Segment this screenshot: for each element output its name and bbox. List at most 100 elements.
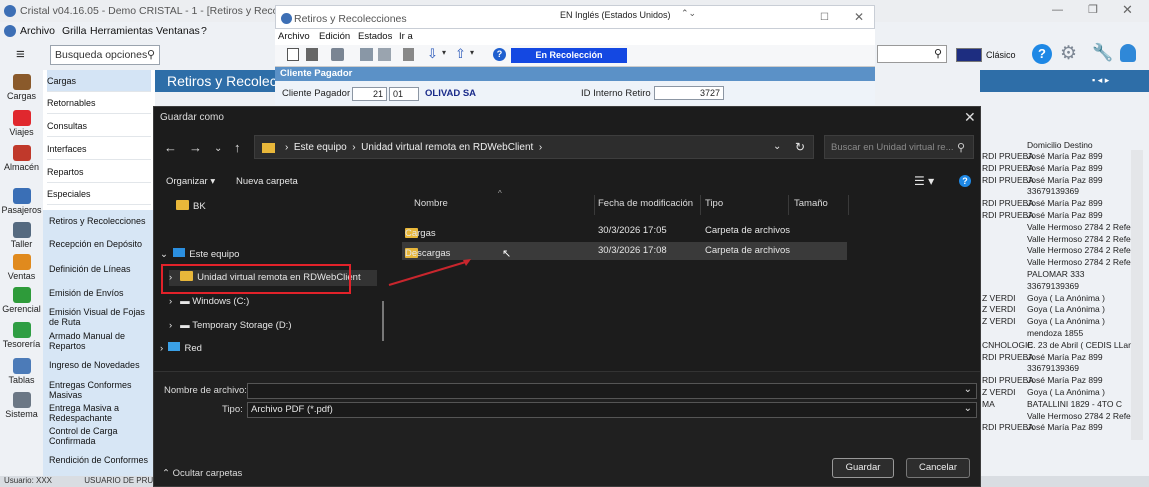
maximize-icon[interactable]: ☐ xyxy=(820,12,829,23)
list-cell-address[interactable]: 33679139369 xyxy=(1027,363,1079,375)
list-cell-address[interactable]: José María Paz 899 xyxy=(1027,175,1103,187)
breadcrumb-unidad-virtual[interactable]: Unidad virtual remota en RDWebClient xyxy=(361,142,533,153)
id-field[interactable]: 3727 xyxy=(654,86,724,100)
back-arrow-icon[interactable]: ← xyxy=(164,140,177,155)
chevron-down-icon[interactable]: ▾ xyxy=(470,48,474,57)
module-tesorera[interactable]: Tesorería xyxy=(0,322,43,349)
module-tablas[interactable]: Tablas xyxy=(0,358,43,385)
close-icon[interactable]: ✕ xyxy=(1122,2,1133,18)
submenu-item[interactable]: Entregas Conformes Masivas xyxy=(49,380,151,400)
list-cell-address[interactable]: Valle Hermoso 2784 2 Refere xyxy=(1027,257,1138,269)
submenu-item[interactable]: Recepción en Depósito xyxy=(49,239,151,249)
column-header-tamano[interactable]: Tamaño xyxy=(794,198,828,209)
left-menu-item-retornables[interactable]: Retornables xyxy=(47,92,151,114)
search-icon[interactable]: ⚲ xyxy=(934,47,942,60)
list-cell-address[interactable]: mendoza 1855 xyxy=(1027,328,1083,340)
list-cell-address[interactable]: José María Paz 899 xyxy=(1027,163,1103,175)
close-icon[interactable]: ✕ xyxy=(964,109,976,126)
cliente-code-field[interactable]: 21 xyxy=(352,87,387,101)
list-cell-address[interactable]: PALOMAR 333 xyxy=(1027,269,1084,281)
dialog-search-input[interactable]: Buscar en Unidad virtual re... ⚲ xyxy=(824,135,974,159)
file-type-select[interactable]: Archivo PDF (*.pdf) ⌄ xyxy=(247,402,977,418)
module-sistema[interactable]: Sistema xyxy=(0,392,43,419)
column-header-nombre[interactable]: Nombre xyxy=(414,198,448,209)
wrench-icon[interactable]: 🔧 xyxy=(1092,43,1113,63)
left-menu-item-consultas[interactable]: Consultas xyxy=(47,115,151,137)
gear-icon[interactable]: ⚙ xyxy=(1060,42,1077,65)
up-arrow-icon[interactable]: ⇧ xyxy=(455,46,466,62)
save-button[interactable]: Guardar xyxy=(832,458,894,478)
close-icon[interactable]: ✕ xyxy=(854,10,864,24)
list-cell-address[interactable]: José María Paz 899 xyxy=(1027,375,1103,387)
new-doc-icon[interactable] xyxy=(287,48,299,61)
restore-icon[interactable]: ❐ xyxy=(1088,3,1098,16)
refresh-icon[interactable]: ↻ xyxy=(795,140,805,154)
save-icon[interactable] xyxy=(306,48,318,61)
address-bar[interactable]: › Este equipo › Unidad virtual remota en… xyxy=(254,135,814,159)
module-cargas[interactable]: Cargas xyxy=(0,74,43,101)
right-search-input[interactable]: ⚲ xyxy=(877,45,947,63)
down-arrow-icon[interactable]: ⇩ xyxy=(427,46,438,62)
scrollbar[interactable] xyxy=(382,301,384,341)
nav-item-bk[interactable]: BK xyxy=(176,199,206,215)
new-folder-button[interactable]: Nueva carpeta xyxy=(236,176,298,187)
list-cell-address[interactable]: BATALLINI 1829 - 4TO C xyxy=(1027,399,1122,411)
menu-archivo[interactable]: Archivo xyxy=(278,31,310,42)
nav-item-este-equipo[interactable]: ⌄ Este equipo xyxy=(160,247,239,263)
list-cell-address[interactable]: Goya ( La Anónima ) xyxy=(1027,293,1105,305)
list-cell-address[interactable]: Goya ( La Anónima ) xyxy=(1027,316,1105,328)
left-menu-item-repartos[interactable]: Repartos xyxy=(47,161,151,183)
list-cell-address[interactable]: Goya ( La Anónima ) xyxy=(1027,304,1105,316)
file-row[interactable]: Cargas 30/3/2026 17:05 Carpeta de archiv… xyxy=(402,222,847,240)
list-cell-address[interactable]: José María Paz 899 xyxy=(1027,352,1103,364)
delete-icon[interactable] xyxy=(403,48,414,61)
submenu-item[interactable]: Armado Manual de Repartos xyxy=(49,331,151,351)
menu-ir-a[interactable]: Ir a xyxy=(399,31,413,42)
filename-input[interactable]: ⌄ xyxy=(247,383,977,399)
list-cell-address[interactable]: 33679139369 xyxy=(1027,186,1079,198)
module-ventas[interactable]: Ventas xyxy=(0,254,43,281)
list-cell-address[interactable]: Valle Hermoso 2784 2 Refere xyxy=(1027,411,1138,423)
list-cell-address[interactable]: Valle Hermoso 2784 2 Refere xyxy=(1027,222,1138,234)
scrollbar[interactable] xyxy=(1131,150,1143,440)
organizar-button[interactable]: Organizar ▾ xyxy=(166,176,215,187)
menu-estados[interactable]: Estados xyxy=(358,31,392,42)
nav-arrows-icon[interactable]: ▪ ◂ ▸ xyxy=(1092,75,1109,86)
undo-icon[interactable] xyxy=(378,48,391,61)
chevron-down-icon[interactable]: ▾ xyxy=(442,48,446,57)
module-pasajeros[interactable]: Pasajeros xyxy=(0,188,43,215)
up-arrow-icon[interactable]: ↑ xyxy=(234,140,241,155)
nav-item-red[interactable]: › Red xyxy=(160,341,202,357)
help-icon[interactable]: ? xyxy=(493,48,506,61)
left-menu-item-cargas[interactable]: Cargas xyxy=(47,70,151,92)
chevron-down-icon[interactable]: ⌄ xyxy=(773,141,781,152)
list-cell-address[interactable]: José María Paz 899 xyxy=(1027,198,1103,210)
cancel-button[interactable]: Cancelar xyxy=(906,458,970,478)
chevron-down-icon[interactable]: ⌄ xyxy=(214,143,222,154)
list-cell-address[interactable]: Valle Hermoso 2784 2 Refere xyxy=(1027,234,1138,246)
submenu-item[interactable]: Control de Carga Confirmada xyxy=(49,426,151,446)
module-almacn[interactable]: Almacén xyxy=(0,145,43,172)
nav-item-temp-d[interactable]: › ▬ Temporary Storage (D:) xyxy=(169,318,292,334)
menu-herramientas[interactable]: Herramientas xyxy=(90,25,153,37)
list-cell-address[interactable]: Valle Hermoso 2784 2 Refere xyxy=(1027,245,1138,257)
column-header-tipo[interactable]: Tipo xyxy=(705,198,723,209)
list-cell-address[interactable]: 33679139369 xyxy=(1027,281,1079,293)
search-icon[interactable]: ⚲ xyxy=(957,141,965,154)
submenu-item[interactable]: Ingreso de Novedades xyxy=(49,360,151,370)
list-cell-address[interactable]: Goya ( La Anónima ) xyxy=(1027,387,1105,399)
list-cell-address[interactable]: C. 23 de Abril ( CEDIS LLano xyxy=(1027,340,1138,352)
user-icon[interactable] xyxy=(1120,44,1136,62)
minimize-icon[interactable]: — xyxy=(1052,4,1063,16)
breadcrumb-este-equipo[interactable]: Este equipo xyxy=(294,142,347,153)
help-icon[interactable]: ? xyxy=(959,175,971,187)
submenu-item[interactable]: Entrega Masiva a Redespachante xyxy=(49,403,151,423)
menu-edicion[interactable]: Edición xyxy=(319,31,350,42)
edit-icon[interactable] xyxy=(360,48,373,61)
column-header-fecha[interactable]: Fecha de modificación xyxy=(598,198,693,209)
left-menu-item-interfaces[interactable]: Interfaces xyxy=(47,138,151,160)
cliente-branch-field[interactable]: 01 xyxy=(389,87,419,101)
help-icon[interactable]: ? xyxy=(1032,44,1052,64)
theme-swatch[interactable] xyxy=(956,48,982,62)
search-icon[interactable]: ⚲ xyxy=(147,48,155,61)
